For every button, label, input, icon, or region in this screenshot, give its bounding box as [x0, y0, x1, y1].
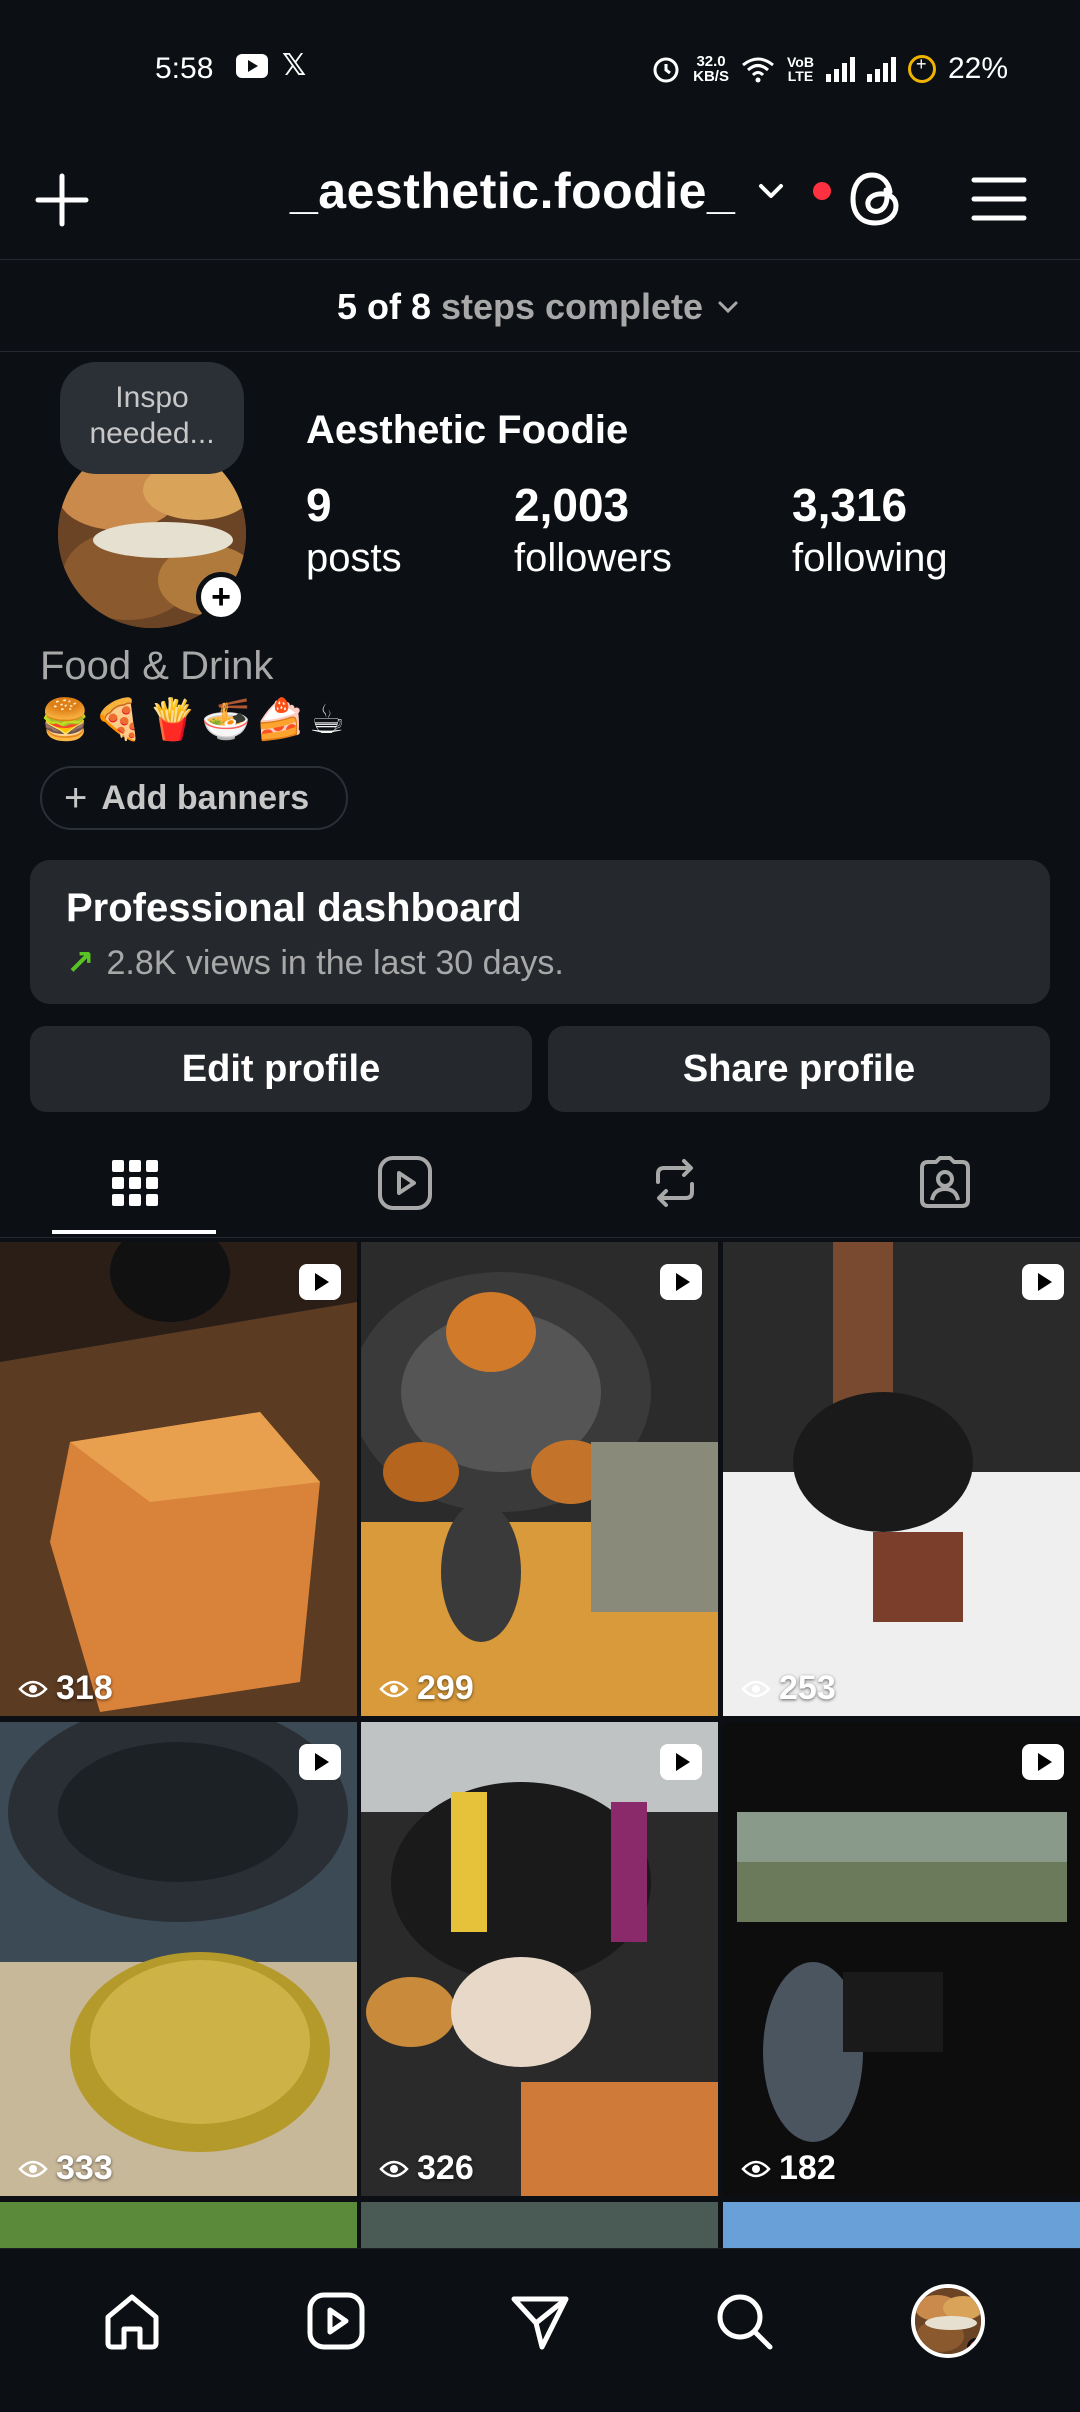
eye-icon: [741, 1680, 771, 1697]
nav-profile[interactable]: [908, 2281, 988, 2361]
home-icon: [105, 2294, 159, 2349]
search-icon: [717, 2294, 773, 2349]
tab-tagged[interactable]: [810, 1128, 1080, 1238]
nav-messages[interactable]: [500, 2281, 580, 2361]
steps-label: steps complete: [440, 285, 704, 327]
tagged-icon: [920, 1156, 970, 1208]
reel-icon: [1022, 1264, 1064, 1300]
grid-post[interactable]: 318: [0, 1242, 357, 1716]
edit-profile-button[interactable]: Edit profile: [30, 1026, 532, 1112]
direct-message-icon: [511, 2296, 569, 2349]
profile-header-bar: _aesthetic.foodie_: [0, 140, 1080, 260]
battery-percent: 22%: [947, 52, 1008, 85]
eye-icon: [379, 1680, 409, 1697]
notification-dot: [967, 2337, 981, 2354]
view-count: 326: [379, 2149, 474, 2188]
repost-icon: [656, 1159, 694, 1207]
bottom-navigation: [0, 2248, 1080, 2412]
posts-count[interactable]: 9 posts: [306, 478, 402, 581]
active-tab-indicator: [52, 1230, 216, 1234]
x-icon: 𝕏: [282, 49, 307, 82]
share-profile-button[interactable]: Share profile: [548, 1026, 1050, 1112]
grid-post[interactable]: 253: [723, 1242, 1080, 1716]
reel-icon: [1022, 1744, 1064, 1780]
dashboard-subtitle: ↗ 2.8K views in the last 30 days.: [66, 943, 564, 983]
tab-reels[interactable]: [270, 1128, 540, 1238]
nav-home[interactable]: [92, 2281, 172, 2361]
add-banners-label: Add banners: [101, 778, 310, 817]
eye-icon: [379, 2160, 409, 2177]
following-count[interactable]: 3,316 following: [792, 478, 948, 581]
account-switcher[interactable]: _aesthetic.foodie_: [290, 162, 832, 220]
chevron-down-icon: [718, 301, 738, 313]
plus-icon: +: [64, 775, 88, 820]
tab-posts-grid[interactable]: [0, 1128, 270, 1238]
signal-icon-2: [866, 56, 896, 82]
view-count: 253: [741, 1669, 836, 1708]
view-count: 182: [741, 2149, 836, 2188]
grid-post[interactable]: [361, 2202, 718, 2252]
status-bar: 5:58 𝕏 32.0 KB/S VoB LTE 22%: [0, 0, 1080, 140]
followers-count[interactable]: 2,003 followers: [514, 478, 672, 581]
tab-reposts[interactable]: [540, 1128, 810, 1238]
notification-dot: [813, 182, 832, 200]
profile-tabs: [0, 1128, 1080, 1238]
nav-search[interactable]: [704, 2281, 784, 2361]
reel-icon: [299, 1744, 341, 1780]
wifi-icon: [742, 57, 774, 83]
grid-post[interactable]: 182: [723, 1722, 1080, 2196]
view-count: 333: [18, 2149, 113, 2188]
status-time: 5:58: [155, 52, 214, 85]
add-story-button[interactable]: +: [196, 572, 246, 622]
note-bubble[interactable]: Inspo needed...: [60, 362, 244, 474]
view-count: 299: [379, 1669, 474, 1708]
reel-icon: [660, 1744, 702, 1780]
grid-post[interactable]: 299: [361, 1242, 718, 1716]
grid-post[interactable]: 333: [0, 1722, 357, 2196]
eye-icon: [18, 1680, 48, 1697]
notification-icons: 𝕏: [236, 49, 307, 82]
profile-avatar-small: [911, 2283, 985, 2358]
battery-saver-icon: [907, 54, 936, 83]
status-right: 32.0 KB/S VoB LTE 22%: [651, 52, 1008, 86]
alarm-icon: [653, 57, 679, 83]
threads-icon[interactable]: [842, 164, 912, 234]
add-banners-button[interactable]: + Add banners: [40, 766, 348, 830]
network-speed: 32.0 KB/S: [693, 53, 729, 85]
view-count: 318: [18, 1669, 113, 1708]
setup-steps-banner[interactable]: 5 of 8 steps complete: [0, 262, 1080, 352]
menu-icon[interactable]: [966, 166, 1032, 232]
grid-post[interactable]: [0, 2202, 357, 2252]
grid-post[interactable]: [723, 2202, 1080, 2252]
reel-icon: [660, 1264, 702, 1300]
eye-icon: [741, 2160, 771, 2177]
volte-label: VoB LTE: [786, 54, 814, 84]
category-label: Food & Drink: [40, 644, 274, 688]
bio-emojis: 🍔🍕🍟🍜🍰☕: [40, 698, 349, 742]
nav-reels[interactable]: [296, 2281, 376, 2361]
dashboard-title: Professional dashboard: [66, 886, 522, 930]
professional-dashboard[interactable]: Professional dashboard ↗ 2.8K views in t…: [30, 860, 1050, 1004]
reels-icon: [378, 1156, 432, 1210]
reels-icon: [307, 2292, 365, 2349]
display-name: Aesthetic Foodie: [306, 408, 629, 452]
youtube-icon: [236, 54, 268, 78]
chevron-down-icon: [759, 184, 784, 198]
grid-post[interactable]: 326: [361, 1722, 718, 2196]
signal-icon-1: [825, 56, 855, 82]
grid-icon: [112, 1160, 158, 1206]
reel-icon: [299, 1264, 341, 1300]
steps-progress: 5 of 8: [336, 285, 431, 327]
trend-up-icon: ↗: [66, 944, 95, 982]
eye-icon: [18, 2160, 48, 2177]
username: _aesthetic.foodie_: [290, 163, 736, 219]
create-icon[interactable]: [30, 168, 94, 232]
